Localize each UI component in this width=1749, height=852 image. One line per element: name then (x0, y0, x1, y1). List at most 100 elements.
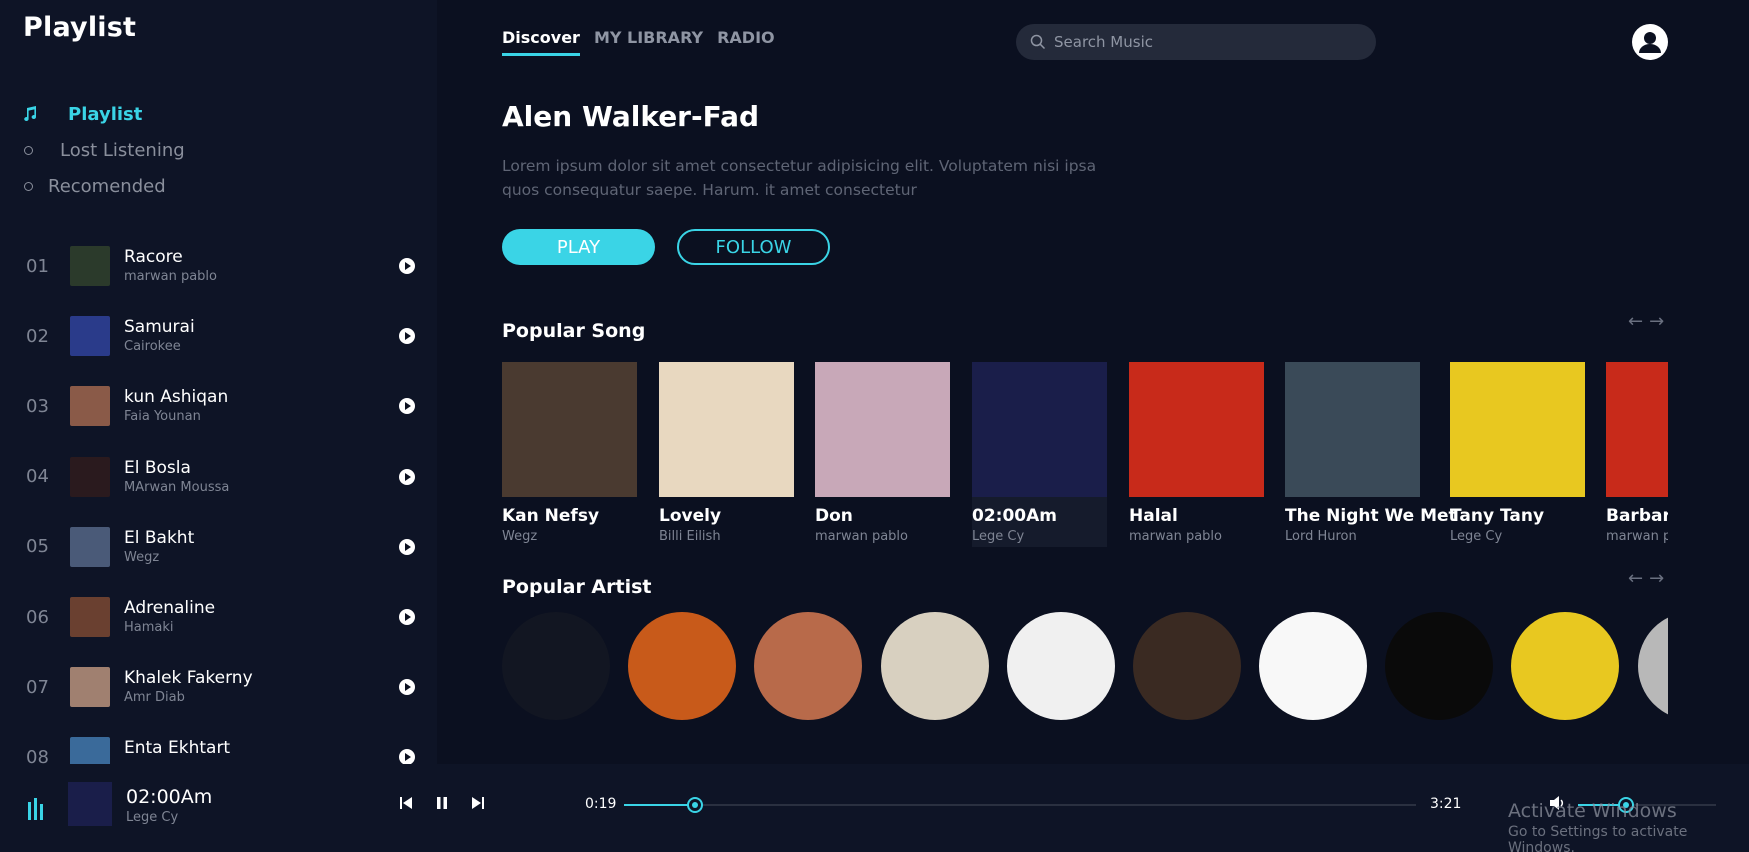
search-input[interactable] (1054, 33, 1354, 51)
track-row[interactable]: 04 El Bosla MArwan Moussa (0, 442, 437, 512)
progress-fill (624, 804, 696, 806)
circle-icon (22, 145, 62, 155)
watermark-line-1: Activate Windows (1508, 800, 1677, 822)
play-button[interactable]: PLAY (502, 229, 655, 265)
song-title: Tany Tany (1450, 506, 1545, 526)
track-thumbnail (70, 667, 110, 708)
artist-avatar[interactable] (1007, 612, 1115, 720)
avatar[interactable] (1632, 24, 1668, 60)
arrow-left-icon[interactable]: ← (1628, 568, 1643, 589)
song-card[interactable]: Halal marwan pablo (1129, 362, 1264, 544)
song-title: The Night We Met (1285, 506, 1457, 526)
tab-my-library[interactable]: MY LIBRARY (594, 28, 703, 56)
next-icon[interactable] (470, 795, 486, 811)
artist-avatar[interactable] (881, 612, 989, 720)
play-icon[interactable] (399, 679, 415, 696)
track-row[interactable]: 03 kun Ashiqan Faia Younan (0, 371, 437, 441)
track-title: Enta Ekhtart (124, 738, 231, 759)
track-thumbnail (70, 246, 110, 287)
equalizer-icon (28, 798, 43, 820)
current-time: 0:19 (585, 796, 617, 812)
song-title: 02:00Am (972, 506, 1057, 526)
track-thumbnail (70, 316, 110, 357)
song-card[interactable]: Tany Tany Lege Cy (1450, 362, 1585, 544)
song-card[interactable]: Lovely Billi Eilish (659, 362, 794, 544)
song-cover (1285, 362, 1420, 497)
play-icon[interactable] (399, 258, 415, 275)
song-card-selected[interactable]: 02:00Am Lege Cy (972, 362, 1107, 547)
song-artist: Lord Huron (1285, 529, 1357, 544)
artist-avatar[interactable] (628, 612, 736, 720)
track-row[interactable]: 01 Racore marwan pablo (0, 231, 437, 301)
track-row[interactable]: 02 Samurai Cairokee (0, 301, 437, 371)
track-artist: marwan pablo (124, 269, 217, 284)
artist-avatar[interactable] (502, 612, 610, 720)
progress-knob[interactable] (687, 797, 704, 813)
play-icon[interactable] (399, 538, 415, 555)
previous-icon[interactable] (398, 795, 414, 811)
track-number: 03 (26, 395, 49, 417)
nav-item-playlist[interactable]: Playlist (22, 96, 185, 132)
nav-item-recomended[interactable]: Recomended (22, 168, 185, 204)
arrow-right-icon[interactable]: → (1649, 568, 1664, 589)
arrow-left-icon[interactable]: ← (1628, 311, 1643, 332)
app-title: Playlist (23, 12, 137, 43)
search-bar (1016, 24, 1376, 60)
nav-label: Recomended (48, 175, 166, 197)
follow-button[interactable]: FOLLOW (677, 229, 830, 265)
track-title: kun Ashiqan (124, 387, 229, 408)
track-artist: Wegz (124, 549, 160, 565)
artist-avatar[interactable] (1385, 612, 1493, 720)
song-artist: Wegz (502, 529, 538, 544)
artist-avatar[interactable] (1133, 612, 1241, 720)
song-card[interactable]: The Night We Met Lord Huron (1285, 362, 1457, 544)
song-artist: marwan pablo (1129, 529, 1222, 544)
track-row[interactable]: 05 El Bakht Wegz (0, 512, 437, 582)
pause-icon[interactable] (434, 795, 450, 811)
popular-song-title: Popular Song (502, 320, 646, 342)
play-icon[interactable] (399, 328, 415, 345)
song-artist: Billi Eilish (659, 529, 721, 544)
sidebar: Playlist Playlist Lost Listening Recomen… (0, 0, 437, 764)
track-row[interactable]: 07 Khalek Fakerny Amr Diab (0, 652, 437, 722)
play-icon[interactable] (399, 749, 415, 764)
track-title: El Bakht (124, 527, 195, 548)
song-cover (1129, 362, 1264, 497)
play-icon[interactable] (399, 468, 415, 485)
app: Playlist Playlist Lost Listening Recomen… (0, 0, 1749, 852)
track-number: 02 (26, 325, 49, 347)
tab-discover[interactable]: Discover (502, 28, 580, 56)
track-number: 04 (26, 466, 49, 488)
track-thumbnail (70, 597, 110, 638)
track-title: El Bosla (124, 457, 191, 478)
nav-item-lost-listening[interactable]: Lost Listening (22, 132, 185, 168)
progress-slider[interactable] (624, 797, 1416, 813)
play-icon[interactable] (399, 609, 415, 626)
track-thumbnail (70, 456, 110, 497)
track-title: Khalek Fakerny (124, 668, 253, 689)
song-title: Kan Nefsy (502, 506, 600, 526)
artist-avatar[interactable] (1638, 612, 1668, 720)
popular-artist-list (502, 612, 1668, 722)
song-title: Lovely (659, 506, 722, 526)
track-artist: MArwan Moussa (124, 479, 230, 495)
playback-controls (398, 795, 486, 811)
song-card[interactable]: Don marwan pablo (815, 362, 950, 544)
artist-avatar[interactable] (754, 612, 862, 720)
track-artist: Cairokee (124, 339, 181, 355)
song-card[interactable]: Barbary marwan pablo (1606, 362, 1668, 544)
track-artist: Hamaki (124, 619, 174, 635)
track-thumbnail (70, 737, 110, 764)
artist-avatar[interactable] (1259, 612, 1367, 720)
tab-radio[interactable]: RADIO (717, 28, 775, 56)
track-number: 05 (26, 536, 49, 558)
track-row[interactable]: 06 Adrenaline Hamaki (0, 582, 437, 652)
song-artist: marwan pablo (815, 529, 908, 544)
player-bar: 02:00Am Lege Cy 0:19 3:21 (0, 764, 1749, 852)
song-cover (1450, 362, 1585, 497)
artist-avatar[interactable] (1511, 612, 1619, 720)
track-row[interactable]: 08 Enta Ekhtart (0, 722, 437, 764)
arrow-right-icon[interactable]: → (1649, 311, 1664, 332)
song-card[interactable]: Kan Nefsy Wegz (502, 362, 637, 544)
play-icon[interactable] (399, 398, 415, 415)
